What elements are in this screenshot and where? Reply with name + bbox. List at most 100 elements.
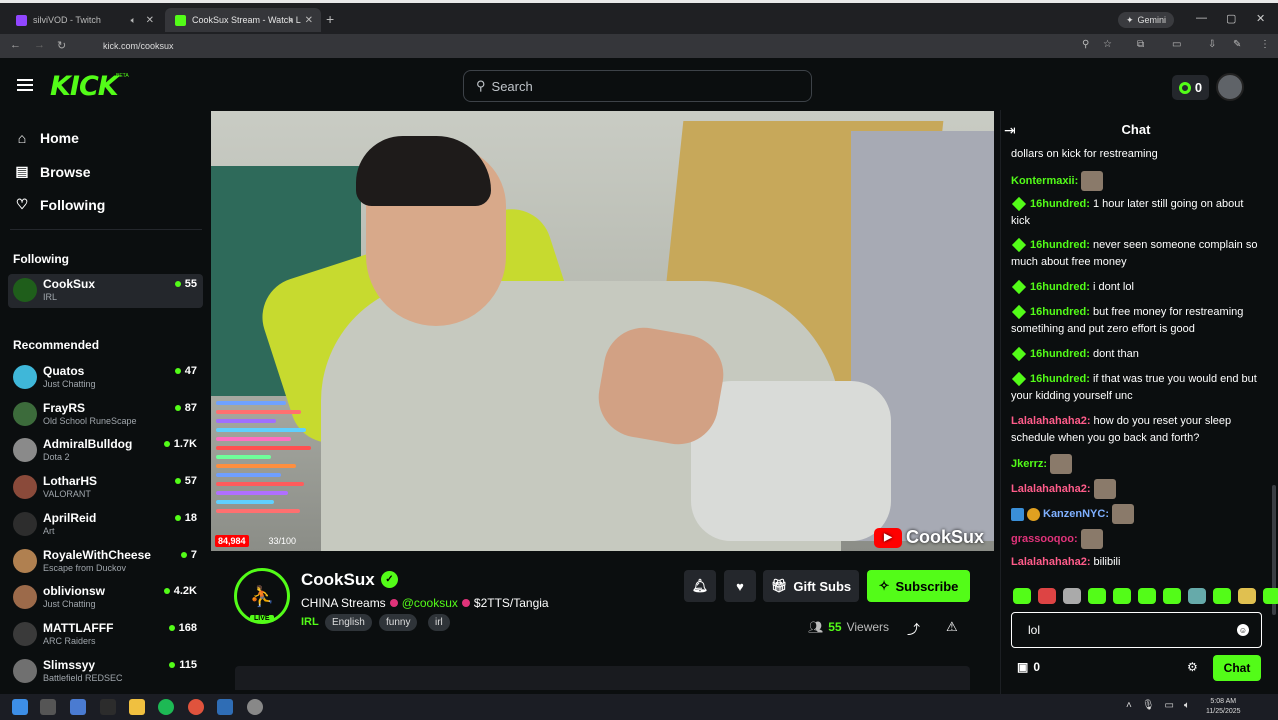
file-explorer-icon[interactable] <box>129 699 145 715</box>
network-icon[interactable]: ▭ <box>1165 700 1174 711</box>
chat-username[interactable]: 16hundred: <box>1030 239 1090 251</box>
app-icon[interactable] <box>247 699 263 715</box>
viewer-count: 57 <box>174 475 197 487</box>
kick-logo[interactable]: KICK <box>50 71 119 102</box>
task-view-icon[interactable] <box>40 699 56 715</box>
category-link[interactable]: IRL <box>301 616 319 628</box>
chat-username[interactable]: grassooqoo: <box>1011 533 1078 545</box>
tag-irl[interactable]: irl <box>428 614 450 631</box>
chat-username[interactable]: Lalalahahaha2: <box>1011 415 1090 427</box>
app-icon[interactable] <box>100 699 116 715</box>
sidebar-channel[interactable]: AprilReid Art 18 <box>8 508 203 542</box>
close-window-icon[interactable]: ✕ <box>1256 12 1265 25</box>
close-tab-icon[interactable]: ✕ <box>305 15 313 26</box>
channel-points[interactable]: ▣ 0 <box>1017 660 1040 674</box>
user-avatar[interactable] <box>1216 73 1244 101</box>
emote-icon[interactable] <box>1113 588 1131 604</box>
verified-icon: ✓ <box>381 571 398 588</box>
emoji-picker-icon[interactable]: ☺ <box>1237 624 1249 636</box>
emote-icon[interactable] <box>1188 588 1206 604</box>
zoom-icon[interactable]: ⚲ <box>1082 39 1089 50</box>
chat-username[interactable]: 16hundred: <box>1030 281 1090 293</box>
spotify-icon[interactable] <box>158 699 174 715</box>
sidebar-channel[interactable]: oblivionsw Just Chatting 4.2K <box>8 581 203 615</box>
sidebar-item-home[interactable]: ⌂ Home <box>14 130 79 146</box>
channel-name: AdmiralBulldog <box>43 437 133 452</box>
chat-username[interactable]: 16hundred: <box>1030 306 1090 318</box>
gemini-button[interactable]: ✦ Gemini <box>1118 12 1175 28</box>
sidebar-channel[interactable]: Slimssyy Battlefield REDSEC 115 <box>8 655 203 689</box>
sidebar-channel[interactable]: AdmiralBulldog Dota 2 1.7K <box>8 434 203 468</box>
app-icon[interactable] <box>70 699 86 715</box>
emote-icon[interactable] <box>1038 588 1056 604</box>
back-icon[interactable]: ← <box>10 39 21 51</box>
hamburger-menu-icon[interactable] <box>17 79 33 91</box>
bookmark-star-icon[interactable]: ☆ <box>1103 39 1112 50</box>
subscribe-button[interactable]: ✧ Subscribe <box>867 570 970 602</box>
chat-input[interactable]: lol ☺ <box>1011 612 1262 648</box>
chrome-icon[interactable] <box>188 699 204 715</box>
tag-funny[interactable]: funny <box>379 614 418 631</box>
sidebar-channel[interactable]: RoyaleWithCheese Escape from Duckov 7 <box>8 545 203 579</box>
emote-icon[interactable] <box>1013 588 1031 604</box>
share-icon[interactable]: ⤴ <box>907 619 920 638</box>
search-input[interactable]: ⚲ Search <box>463 70 812 102</box>
volume-icon[interactable]: 🔈︎ <box>1184 700 1190 711</box>
new-tab-button[interactable]: + <box>326 11 334 27</box>
forward-icon[interactable]: → <box>34 39 45 51</box>
video-player[interactable]: 84,984 33/100 ▶ CookSux <box>211 111 994 551</box>
channel-name[interactable]: CookSux <box>301 570 375 590</box>
address-bar[interactable]: kick.com/cooksux <box>80 37 1240 55</box>
emote-icon[interactable] <box>1088 588 1106 604</box>
sidebar-channel[interactable]: CookSux IRL 55 <box>8 274 203 308</box>
chat-username[interactable]: Lalalahahaha2: <box>1011 483 1090 495</box>
speaker-icon[interactable]: 🔈︎ <box>131 15 136 26</box>
sidebar-channel[interactable]: Quatos Just Chatting 47 <box>8 361 203 395</box>
download-icon[interactable]: ⇩ <box>1208 39 1216 50</box>
chat-username[interactable]: Jkerrz: <box>1011 458 1047 470</box>
microphone-icon[interactable]: 🎙︎ <box>1142 700 1155 711</box>
sidebar-channel[interactable]: LotharHS VALORANT 57 <box>8 471 203 505</box>
chat-username[interactable]: Lalalahahaha2: <box>1011 556 1090 568</box>
sidebar-item-following[interactable]: ♡ Following <box>14 196 106 213</box>
chat-username[interactable]: 16hundred: <box>1030 373 1090 385</box>
follow-button[interactable]: ♥ <box>724 570 756 602</box>
chat-username[interactable]: 16hundred: <box>1030 198 1090 210</box>
tag-english[interactable]: English <box>325 614 372 631</box>
sidebar-channel[interactable]: FrayRS Old School RuneScape 87 <box>8 398 203 432</box>
chat-settings-icon[interactable]: ⚙ <box>1187 660 1198 674</box>
maximize-icon[interactable]: ▢ <box>1226 12 1236 25</box>
gift-subs-button[interactable]: 🎁︎ Gift Subs <box>763 570 859 602</box>
reload-icon[interactable]: ↻ <box>57 39 66 52</box>
cast-icon[interactable]: ▭ <box>1172 39 1181 50</box>
chat-send-button[interactable]: Chat <box>1213 655 1261 681</box>
sidebar-channel[interactable]: MATTLAFFF ARC Raiders 168 <box>8 618 203 652</box>
stream-title-handle[interactable]: @cooksux <box>402 596 458 610</box>
chevron-up-icon[interactable]: ˄ <box>1126 700 1132 711</box>
kicks-balance-button[interactable]: 0 <box>1172 75 1209 100</box>
system-clock[interactable]: 5:08 AM 11/25/2025 <box>1206 697 1241 717</box>
emote-icon[interactable] <box>1263 588 1278 604</box>
windows-start-icon[interactable] <box>12 699 28 715</box>
emote-icon[interactable] <box>1163 588 1181 604</box>
speaker-icon[interactable]: 🔈︎ <box>290 15 295 26</box>
notification-bell-button[interactable]: 🔔︎ <box>684 570 716 602</box>
emote-icon[interactable] <box>1138 588 1156 604</box>
close-tab-icon[interactable]: ✕ <box>146 15 154 26</box>
emote-icon[interactable] <box>1238 588 1256 604</box>
chat-username[interactable]: Kontermaxii: <box>1011 175 1078 187</box>
steam-icon[interactable] <box>217 699 233 715</box>
emote-icon[interactable] <box>1213 588 1231 604</box>
browser-tab-kick[interactable]: CookSux Stream - Watch L 🔈︎ ✕ <box>165 8 321 32</box>
chat-username[interactable]: 16hundred: <box>1030 348 1090 360</box>
minimize-icon[interactable]: — <box>1196 12 1207 24</box>
youtube-watermark: ▶ CookSux <box>874 527 984 548</box>
browser-tab-twitch[interactable]: silviVOD - Twitch 🔈︎ ✕ <box>6 8 162 32</box>
sidebar-item-browse[interactable]: ▤ Browse <box>14 163 90 180</box>
chat-username[interactable]: KanzenNYC: <box>1043 508 1109 520</box>
report-icon[interactable]: ⚠ <box>946 619 958 635</box>
emote-icon[interactable] <box>1063 588 1081 604</box>
edit-icon[interactable]: ✎ <box>1233 39 1241 50</box>
menu-dots-icon[interactable]: ⋮ <box>1260 39 1270 50</box>
extensions-icon[interactable]: ⧉ <box>1137 39 1144 50</box>
